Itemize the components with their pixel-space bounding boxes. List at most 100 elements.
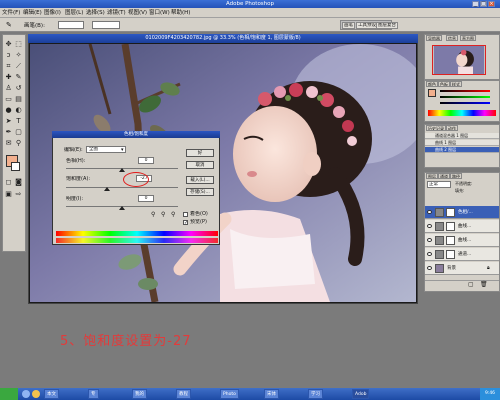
crop-tool-icon[interactable]: ⌗ <box>4 62 13 71</box>
eyedropper-plus-icon[interactable]: ⚲ <box>161 212 165 218</box>
tab-brushes[interactable]: 画笔 <box>342 22 355 29</box>
magic-wand-tool-icon[interactable]: ✧ <box>14 51 23 60</box>
tab-histogram[interactable]: 直方图 <box>460 35 476 41</box>
eraser-tool-icon[interactable]: ▭ <box>4 95 13 104</box>
ok-button[interactable]: 好 <box>186 149 214 157</box>
tab-paths[interactable]: 路径 <box>450 173 462 179</box>
menu-image[interactable]: 图像(I) <box>44 8 61 18</box>
lasso-tool-icon[interactable]: ↄ <box>4 51 13 60</box>
taskbar-item[interactable]: 学习 <box>308 389 323 399</box>
layer-row[interactable]: 通道... <box>425 248 499 261</box>
layer-mask-thumbnail[interactable] <box>446 222 455 231</box>
saturation-slider-track[interactable] <box>66 187 178 188</box>
eyedropper-tool-icon[interactable]: ⚲ <box>14 139 23 148</box>
brush-tool-icon[interactable]: ✎ <box>6 21 16 30</box>
history-item-selected[interactable]: 曲线 2 图层 <box>425 147 499 153</box>
hue-slider-thumb[interactable] <box>119 168 125 172</box>
hue-input[interactable]: 0 <box>138 157 154 164</box>
maximize-button[interactable]: □ <box>480 1 487 7</box>
stamp-tool-icon[interactable]: ♙ <box>4 84 13 93</box>
layer-row[interactable]: 曲线... <box>425 220 499 233</box>
save-button[interactable]: 存储(S)... <box>186 188 214 196</box>
taskbar-item[interactable]: 我的 <box>132 389 147 399</box>
saturation-slider-thumb[interactable] <box>103 187 110 191</box>
blur-tool-icon[interactable]: ● <box>4 106 13 115</box>
notes-tool-icon[interactable]: ✉ <box>4 139 13 148</box>
cancel-button[interactable]: 取消 <box>186 161 214 169</box>
menu-window[interactable]: 窗口(W) <box>149 8 170 18</box>
background-color-swatch[interactable] <box>11 162 20 171</box>
slice-tool-icon[interactable]: ⟋ <box>14 62 23 71</box>
tab-actions[interactable]: 动作 <box>446 125 458 131</box>
history-item[interactable]: 通道混合器 1 图层 <box>425 133 499 139</box>
taskbar-item[interactable]: 专 <box>88 389 99 399</box>
eye-icon[interactable] <box>427 238 432 242</box>
type-tool-icon[interactable]: T <box>14 117 23 126</box>
menu-select[interactable]: 选择(S) <box>86 8 105 18</box>
tab-styles[interactable]: 样式 <box>450 81 462 87</box>
mode-dropdown[interactable] <box>92 21 120 29</box>
menu-file[interactable]: 文件(F) <box>2 8 20 18</box>
standard-mode-icon[interactable]: ◻ <box>4 178 13 187</box>
screen-mode-icon[interactable]: ▣ <box>4 190 13 199</box>
brush-preset-picker[interactable] <box>58 21 84 29</box>
layer-row[interactable]: 曲线... <box>425 234 499 247</box>
close-button[interactable]: × <box>488 1 495 7</box>
taskbar-item[interactable]: Photo <box>220 389 239 399</box>
blend-mode-select[interactable]: 正常 <box>427 181 451 188</box>
layer-mask-thumbnail[interactable] <box>446 236 455 245</box>
eyedropper-icon[interactable]: ⚲ <box>151 212 155 218</box>
brush-tool-icon[interactable]: ✎ <box>14 73 23 82</box>
navigator-thumbnail[interactable] <box>432 45 486 75</box>
menu-edit[interactable]: 编辑(E) <box>23 8 42 18</box>
tab-history[interactable]: 历史记录 <box>426 125 446 131</box>
layer-row-selected[interactable]: 色相/... <box>425 206 499 219</box>
quick-mask-icon[interactable]: ◙ <box>14 178 23 187</box>
eye-icon[interactable] <box>427 252 432 256</box>
colorize-checkbox[interactable] <box>183 212 188 217</box>
layer-mask-thumbnail[interactable] <box>446 250 455 259</box>
lightness-input[interactable]: 0 <box>138 195 154 202</box>
marquee-tool-icon[interactable]: ⬚ <box>14 40 23 49</box>
tab-color[interactable]: 颜色 <box>426 81 438 87</box>
lightness-slider-thumb[interactable] <box>119 206 125 210</box>
minimize-button[interactable]: _ <box>472 1 479 7</box>
taskbar-item[interactable]: 本文 <box>44 389 59 399</box>
new-layer-icon[interactable]: ▢ <box>468 281 474 289</box>
quick-launch-icon[interactable] <box>32 390 40 398</box>
tab-layer-comps[interactable]: 图层复合 <box>376 22 398 29</box>
history-item[interactable]: 曲线 1 图层 <box>425 140 499 146</box>
shape-tool-icon[interactable]: ▢ <box>14 128 23 137</box>
tab-channels[interactable]: 通道 <box>438 173 450 179</box>
tab-layers[interactable]: 图层 <box>426 173 438 179</box>
blue-ramp[interactable] <box>440 102 490 104</box>
eyedropper-minus-icon[interactable]: ⚲ <box>171 212 175 218</box>
tab-tool-presets[interactable]: 工具预设 <box>356 22 378 29</box>
quick-launch-icon[interactable] <box>22 390 30 398</box>
color-panel-fg-swatch[interactable] <box>428 89 436 97</box>
taskbar-item[interactable]: 教程 <box>176 389 191 399</box>
healing-tool-icon[interactable]: ✚ <box>4 73 13 82</box>
layer-mask-thumbnail[interactable] <box>446 208 455 217</box>
taskbar-item[interactable]: 宋体 <box>264 389 279 399</box>
path-select-tool-icon[interactable]: ➤ <box>4 117 13 126</box>
layer-row-background[interactable]: 背景 🔒︎ <box>425 262 499 275</box>
trash-icon[interactable]: 🗑︎ <box>480 281 488 289</box>
eye-icon[interactable] <box>427 210 432 214</box>
load-button[interactable]: 载入(L)... <box>186 176 214 184</box>
history-brush-icon[interactable]: ↺ <box>14 84 23 93</box>
color-spectrum-bar[interactable] <box>428 110 496 116</box>
start-button[interactable] <box>0 388 18 400</box>
eye-icon[interactable] <box>427 266 432 270</box>
preview-checkbox[interactable]: ✓ <box>183 220 188 226</box>
eye-icon[interactable] <box>427 224 432 228</box>
dodge-tool-icon[interactable]: ◐ <box>14 106 23 115</box>
menu-help[interactable]: 帮助(H) <box>171 8 190 18</box>
menu-filter[interactable]: 滤镜(T) <box>107 8 126 18</box>
gradient-tool-icon[interactable]: ▤ <box>14 95 23 104</box>
menu-view[interactable]: 视图(V) <box>128 8 147 18</box>
tab-navigator[interactable]: 导航器 <box>426 35 442 41</box>
taskbar-item-active[interactable]: Adob <box>352 389 370 399</box>
jump-to-imageready-icon[interactable]: ⇨ <box>14 190 23 199</box>
menu-layer[interactable]: 图层(L) <box>65 8 83 18</box>
